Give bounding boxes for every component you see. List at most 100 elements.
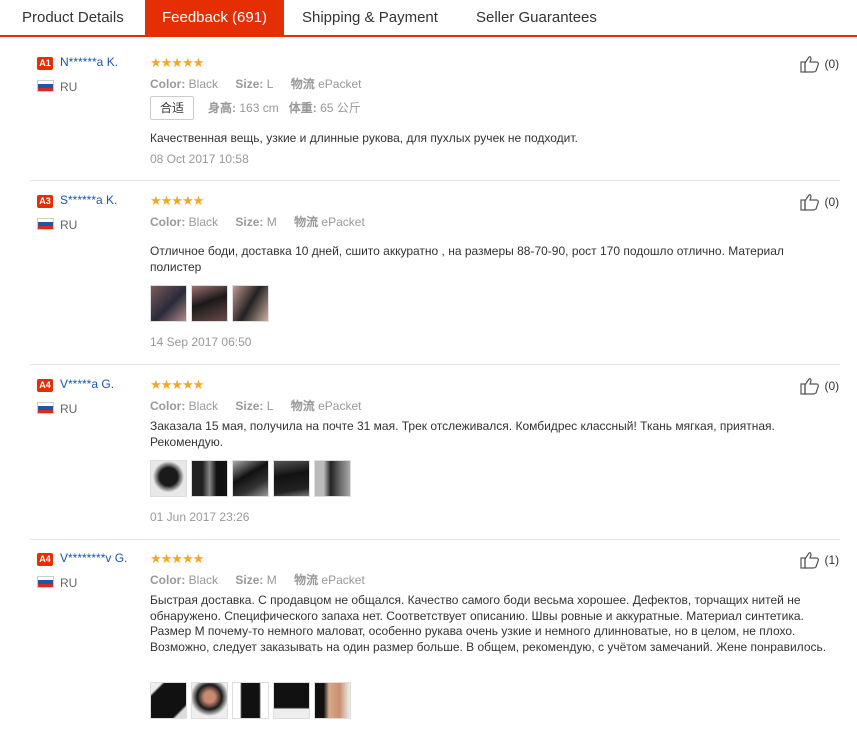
- review-photo[interactable]: [273, 460, 310, 497]
- review-text: Качественная вещь, узкие и длинные руков…: [150, 131, 578, 145]
- russia-flag-icon: [37, 218, 54, 230]
- shipping-value: ePacket: [321, 215, 365, 229]
- thumbs-up-icon: [800, 56, 819, 73]
- color-label: Color:: [150, 573, 186, 587]
- shipping-value: ePacket: [321, 573, 365, 587]
- review-divider: [30, 180, 840, 181]
- feedback-tab-bar: Product Details Feedback (691) Shipping …: [0, 0, 857, 37]
- size-label: Size:: [235, 77, 264, 91]
- review-photos: [150, 285, 273, 322]
- review-photo[interactable]: [232, 460, 269, 497]
- color-value: Black: [188, 399, 219, 413]
- review-photo[interactable]: [191, 682, 228, 719]
- color-label: Color:: [150, 77, 186, 91]
- tab-shipping-payment[interactable]: Shipping & Payment: [302, 0, 452, 35]
- review-photo[interactable]: [150, 460, 187, 497]
- review-photo[interactable]: [150, 285, 187, 322]
- review-date: 01 Jun 2017 23:26: [150, 510, 250, 524]
- star-rating: ★★★★★: [150, 551, 204, 566]
- shipping-value: ePacket: [318, 77, 362, 91]
- helpful-button[interactable]: (1): [800, 551, 839, 571]
- thumbs-up-icon: [800, 378, 819, 395]
- tab-product-details[interactable]: Product Details: [22, 0, 142, 35]
- shipping-label: 物流: [290, 77, 315, 91]
- review-item: A4 V********v G. RU ★★★★★ Color: Black S…: [0, 542, 857, 734]
- tab-feedback[interactable]: Feedback (691): [145, 0, 284, 35]
- size-label: Size:: [235, 399, 264, 413]
- review-photos: [150, 682, 355, 719]
- star-rating: ★★★★★: [150, 377, 204, 392]
- review-item: A4 V*****a G. RU ★★★★★ Color: Black Size…: [0, 368, 857, 540]
- review-photo[interactable]: [232, 285, 269, 322]
- size-value: M: [266, 573, 277, 587]
- helpful-button[interactable]: (0): [800, 193, 839, 213]
- size-value: L: [266, 399, 274, 413]
- tab-seller-guarantees[interactable]: Seller Guarantees: [476, 0, 616, 35]
- shipping-label: 物流: [294, 573, 319, 587]
- review-photo[interactable]: [191, 460, 228, 497]
- order-attributes: Color: Black Size: M 物流 ePacket: [150, 213, 379, 230]
- fit-tag: 合适: [150, 96, 195, 120]
- helpful-count: (0): [824, 379, 840, 393]
- thumbs-up-icon: [800, 194, 819, 211]
- flag-stripe-red: [38, 409, 53, 413]
- color-label: Color:: [150, 215, 186, 229]
- height-value: 163 cm: [239, 101, 279, 115]
- flag-stripe-red: [38, 225, 53, 229]
- helpful-button[interactable]: (0): [800, 55, 839, 75]
- shipping-label: 物流: [290, 399, 315, 413]
- helpful-count: (0): [824, 57, 840, 71]
- flag-stripe-red: [38, 87, 53, 91]
- review-photo[interactable]: [314, 682, 351, 719]
- flag-stripe-red: [38, 583, 53, 587]
- size-label: Size:: [235, 215, 264, 229]
- color-label: Color:: [150, 399, 186, 413]
- helpful-count: (1): [824, 553, 840, 567]
- review-item: A1 N******a K. RU ★★★★★ Color: Black Siz…: [0, 45, 857, 181]
- buyer-name[interactable]: V*****a G.: [60, 377, 114, 391]
- shipping-label: 物流: [294, 215, 319, 229]
- order-attributes: Color: Black Size: M 物流 ePacket: [150, 571, 379, 588]
- review-photos: [150, 460, 355, 497]
- height-label: 身高:: [208, 101, 237, 115]
- review-photo[interactable]: [150, 682, 187, 719]
- buyer-name[interactable]: V********v G.: [60, 551, 127, 565]
- russia-flag-icon: [37, 576, 54, 588]
- review-photo[interactable]: [273, 682, 310, 719]
- buyer-level-badge: A4: [37, 553, 53, 566]
- helpful-button[interactable]: (0): [800, 377, 839, 397]
- review-divider: [30, 539, 840, 540]
- buyer-name[interactable]: S******a K.: [60, 193, 117, 207]
- buyer-country: RU: [60, 576, 78, 590]
- review-divider: [30, 364, 840, 365]
- thumbs-up-icon: [800, 552, 819, 569]
- russia-flag-icon: [37, 402, 54, 414]
- buyer-level-badge: A3: [37, 195, 53, 208]
- color-value: Black: [188, 77, 219, 91]
- buyer-country: RU: [60, 402, 78, 416]
- order-attributes: Color: Black Size: L 物流 ePacket: [150, 397, 375, 414]
- review-photo[interactable]: [191, 285, 228, 322]
- color-value: Black: [188, 215, 219, 229]
- helpful-count: (0): [824, 195, 840, 209]
- review-item: A3 S******a K. RU ★★★★★ Color: Black Siz…: [0, 184, 857, 364]
- star-rating: ★★★★★: [150, 55, 204, 70]
- review-photo[interactable]: [314, 460, 351, 497]
- size-value: M: [266, 215, 277, 229]
- weight-label: 体重:: [288, 101, 317, 115]
- review-photo[interactable]: [232, 682, 269, 719]
- buyer-name[interactable]: N******a K.: [60, 55, 118, 69]
- review-text: Быстрая доставка. С продавцом не общался…: [150, 593, 827, 654]
- buyer-level-badge: A4: [37, 379, 53, 392]
- review-date: 08 Oct 2017 10:58: [150, 152, 249, 166]
- size-value: L: [266, 77, 274, 91]
- fit-info: 合适 身高: 163 cm 体重: 65 公斤: [150, 96, 371, 120]
- weight-value: 65 公斤: [320, 101, 361, 115]
- russia-flag-icon: [37, 80, 54, 92]
- size-label: Size:: [235, 573, 264, 587]
- review-text: Заказала 15 мая, получила на почте 31 ма…: [150, 419, 775, 449]
- buyer-level-badge: A1: [37, 57, 53, 70]
- color-value: Black: [188, 573, 219, 587]
- star-rating: ★★★★★: [150, 193, 204, 208]
- review-text: Отличное боди, доставка 10 дней, сшито а…: [150, 244, 784, 274]
